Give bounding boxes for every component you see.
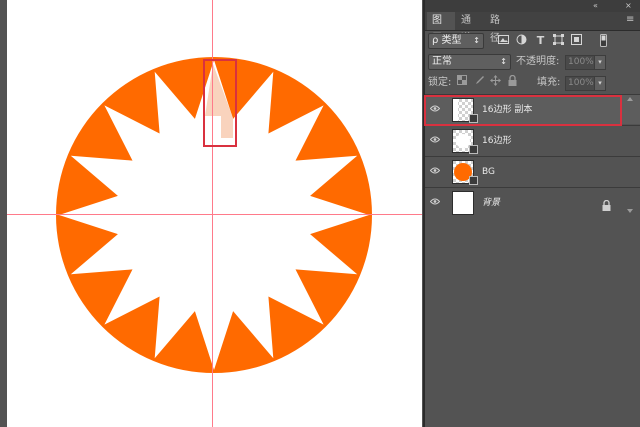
close-panel-icon[interactable]: × bbox=[625, 1, 632, 11]
panel-tabs: 图层 通道 路径 ≡ bbox=[425, 12, 640, 44]
document-canvas[interactable] bbox=[7, 0, 422, 427]
lock-image-pixels-icon[interactable] bbox=[472, 75, 485, 91]
layer-row-16gon[interactable]: 16边形 bbox=[425, 125, 640, 155]
layer-row-background[interactable]: 背景 bbox=[425, 187, 640, 217]
filter-toggle-switch-icon[interactable] bbox=[597, 34, 610, 47]
blend-row: 正常 ↕ 不透明度: 100% ▾ bbox=[425, 52, 640, 72]
fill-field[interactable]: 100% bbox=[565, 76, 595, 91]
smart-object-filter-icon[interactable] bbox=[570, 34, 583, 47]
layer-name[interactable]: 16边形 bbox=[482, 126, 511, 156]
blend-mode-label: 正常 bbox=[432, 56, 452, 67]
collapse-panel-icon[interactable]: « bbox=[593, 1, 598, 11]
layers-panel: « × 图层 通道 路径 ≡ ρ 类型 ↕ T 正常 ↕ bbox=[425, 0, 640, 427]
opacity-dropdown-button[interactable]: ▾ bbox=[594, 55, 606, 70]
fill-dropdown-button[interactable]: ▾ bbox=[594, 76, 606, 91]
chevron-updown-icon: ↕ bbox=[500, 57, 507, 66]
type-layer-filter-icon[interactable]: T bbox=[534, 34, 547, 47]
shape-layer-filter-icon[interactable] bbox=[552, 34, 565, 47]
panel-menu-icon[interactable]: ≡ bbox=[626, 15, 634, 25]
layer-row-bg[interactable]: BG bbox=[425, 156, 640, 186]
pixel-layer-filter-icon[interactable] bbox=[497, 34, 510, 47]
opacity-label: 不透明度: bbox=[516, 56, 560, 67]
lock-label: 锁定: bbox=[428, 77, 452, 88]
visibility-eye-icon[interactable] bbox=[428, 192, 442, 212]
adjustment-layer-filter-icon[interactable] bbox=[515, 34, 528, 47]
layer-thumbnail[interactable] bbox=[452, 191, 474, 215]
chevron-updown-icon: ↕ bbox=[473, 36, 480, 45]
fill-label: 填充: bbox=[537, 77, 561, 88]
layers-scrollbar[interactable] bbox=[625, 95, 635, 215]
tab-paths[interactable]: 路径 bbox=[485, 12, 513, 44]
visibility-eye-icon[interactable] bbox=[428, 161, 442, 181]
smart-object-badge-icon bbox=[469, 145, 478, 154]
filter-kind-select[interactable]: ρ 类型 ↕ bbox=[428, 33, 484, 49]
smart-object-badge-icon bbox=[469, 176, 478, 185]
layer-name[interactable]: BG bbox=[482, 157, 495, 187]
visibility-eye-icon[interactable] bbox=[428, 130, 442, 150]
lock-all-icon[interactable] bbox=[506, 74, 519, 91]
filter-row: ρ 类型 ↕ T bbox=[425, 31, 640, 51]
filter-kind-label: ρ 类型 bbox=[432, 35, 462, 46]
tab-channels[interactable]: 通道 bbox=[456, 12, 484, 44]
lock-position-icon[interactable] bbox=[489, 75, 502, 91]
canvas-artwork bbox=[7, 0, 422, 427]
selected-layer-highlight bbox=[424, 95, 622, 126]
lock-row: 锁定: 填充: 100% ▾ bbox=[425, 73, 640, 93]
panel-topbar: « × bbox=[425, 0, 640, 12]
lock-transparent-pixels-icon[interactable] bbox=[455, 75, 468, 91]
lock-icon bbox=[602, 196, 612, 211]
blend-mode-select[interactable]: 正常 ↕ bbox=[428, 54, 511, 70]
tab-layers[interactable]: 图层 bbox=[427, 12, 455, 44]
opacity-field[interactable]: 100% bbox=[565, 55, 595, 70]
layer-name[interactable]: 背景 bbox=[482, 188, 500, 218]
canvas-area[interactable] bbox=[0, 0, 423, 427]
